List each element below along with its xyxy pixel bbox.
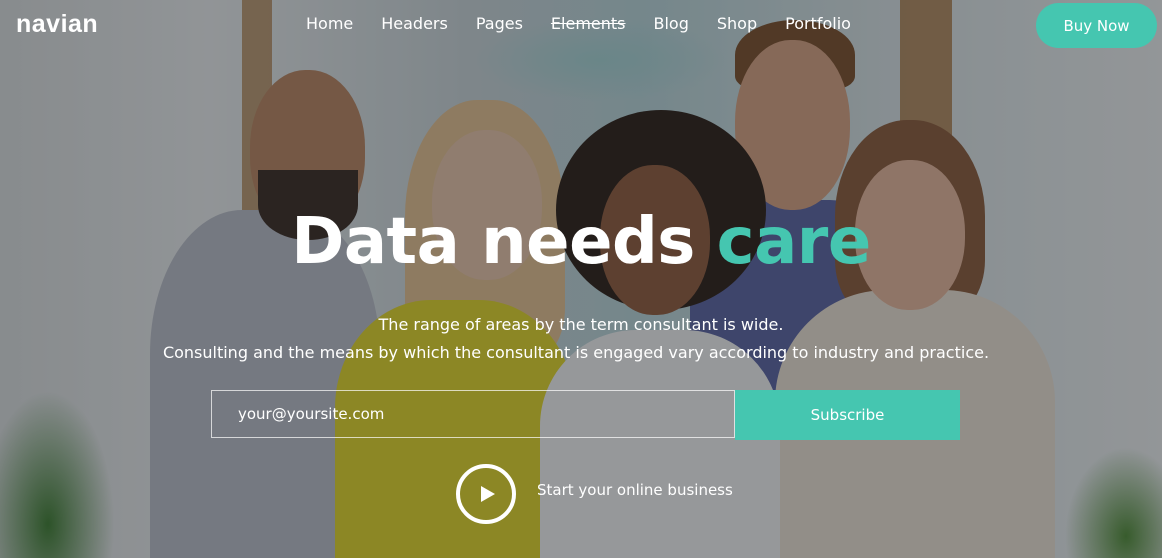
- video-label[interactable]: Start your online business: [537, 481, 733, 499]
- nav-item-home[interactable]: Home: [306, 14, 353, 33]
- nav-item-pages[interactable]: Pages: [476, 14, 523, 33]
- play-icon: [480, 486, 495, 502]
- nav-item-elements[interactable]: Elements: [551, 14, 626, 33]
- hero-section: navian Home Headers Pages Elements Blog …: [0, 0, 1162, 558]
- nav-item-blog[interactable]: Blog: [654, 14, 689, 33]
- site-logo[interactable]: navian: [16, 10, 98, 39]
- play-video-button[interactable]: [456, 464, 516, 524]
- main-nav: Home Headers Pages Elements Blog Shop Po…: [306, 14, 879, 33]
- hero-subtitle-line-2: Consulting and the means by which the co…: [162, 343, 990, 362]
- headline-text: Data needs: [291, 205, 695, 279]
- email-input[interactable]: [211, 390, 735, 438]
- nav-item-headers[interactable]: Headers: [381, 14, 448, 33]
- headline-accent: care: [716, 205, 872, 279]
- buy-now-button[interactable]: Buy Now: [1036, 3, 1157, 48]
- dark-overlay: [0, 0, 1162, 558]
- hero-subtitle-line-1: The range of areas by the term consultan…: [378, 315, 784, 334]
- subscribe-form: Subscribe: [211, 390, 960, 440]
- hero-headline: Data needs care: [0, 205, 1162, 279]
- subscribe-button[interactable]: Subscribe: [735, 390, 960, 440]
- nav-item-portfolio[interactable]: Portfolio: [785, 14, 851, 33]
- nav-item-shop[interactable]: Shop: [717, 14, 757, 33]
